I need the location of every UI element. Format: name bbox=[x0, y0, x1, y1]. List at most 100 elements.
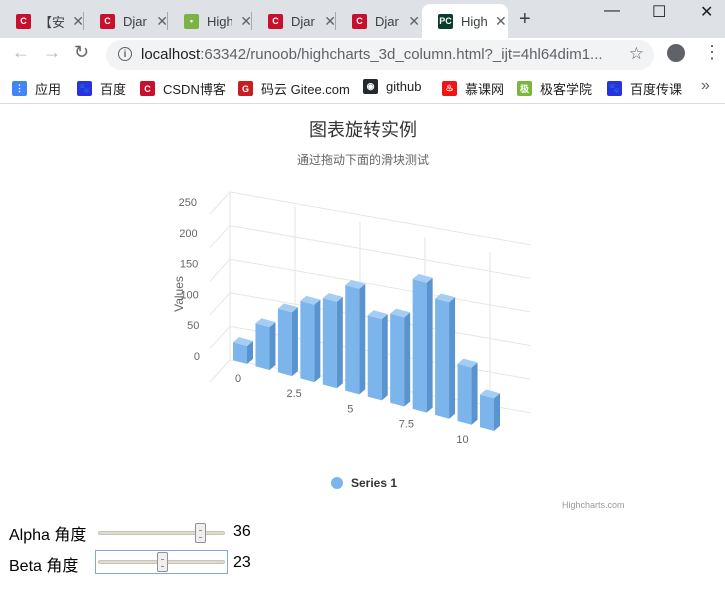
bookmark-item[interactable]: ♨ 慕课网 bbox=[442, 79, 504, 98]
chart-subtitle: 通过拖动下面的滑块测试 bbox=[297, 152, 429, 167]
grid-line-side bbox=[209, 191, 231, 215]
browser-tab[interactable]: C Djar ✕ bbox=[84, 6, 168, 36]
column-side-face[interactable] bbox=[426, 277, 433, 413]
tab-title: Djar bbox=[375, 13, 399, 29]
url-host: localhost bbox=[141, 46, 201, 63]
column-front-face[interactable] bbox=[457, 363, 472, 425]
column-front-face[interactable] bbox=[480, 394, 494, 431]
column-front-face[interactable] bbox=[255, 323, 270, 370]
bookmark-item[interactable]: ⋮ 应用 bbox=[12, 79, 61, 98]
beta-angle-value: 23 bbox=[233, 554, 251, 571]
column-bar[interactable] bbox=[233, 337, 253, 364]
grid-line-side bbox=[209, 359, 231, 383]
browser-tab[interactable]: C Djar ✕ bbox=[252, 6, 336, 36]
column-bar[interactable] bbox=[412, 273, 433, 413]
imooc-flame-icon: ♨ bbox=[442, 81, 457, 96]
browser-tab[interactable]: C Djar ✕ bbox=[336, 6, 420, 36]
tab-close-icon[interactable]: ✕ bbox=[408, 13, 420, 30]
column-bar[interactable] bbox=[345, 279, 366, 395]
browser-tab[interactable]: • High ✕ bbox=[168, 6, 252, 36]
browser-tab[interactable]: PC High ✕ bbox=[422, 4, 508, 38]
y-axis-label: Values bbox=[172, 276, 186, 312]
chart-title: 图表旋转实例 bbox=[309, 120, 417, 140]
account-avatar-icon[interactable] bbox=[667, 44, 685, 62]
bookmarks-bar: ⋮ 应用 🐾 百度 C CSDN博客 G 码云 Gitee.com ◉ github ♨ 慕课网极极客… bbox=[0, 72, 725, 104]
column-side-face[interactable] bbox=[404, 312, 411, 407]
column-side-face[interactable] bbox=[269, 322, 276, 370]
alpha-slider-thumb[interactable] bbox=[195, 523, 207, 543]
bookmark-item[interactable]: 🐾 百度传课 bbox=[607, 79, 682, 98]
bookmark-item[interactable]: G 码云 Gitee.com bbox=[238, 79, 350, 98]
column-series[interactable] bbox=[233, 273, 500, 431]
bookmark-item[interactable]: 🐾 百度 bbox=[77, 79, 126, 98]
column-front-face[interactable] bbox=[367, 315, 382, 401]
bookmark-label: 码云 Gitee.com bbox=[261, 82, 350, 97]
url-text[interactable]: localhost:63342/runoob/highcharts_3d_col… bbox=[141, 46, 603, 63]
legend-symbol[interactable] bbox=[331, 477, 343, 489]
github-icon: ◉ bbox=[363, 79, 378, 94]
alpha-angle-value: 36 bbox=[233, 523, 251, 540]
close-window-icon[interactable]: ✕ bbox=[700, 2, 713, 22]
site-info-icon[interactable]: i bbox=[118, 47, 132, 61]
column-front-face[interactable] bbox=[412, 278, 427, 413]
column-front-face[interactable] bbox=[300, 300, 315, 383]
column-bar[interactable] bbox=[277, 303, 298, 377]
column-side-face[interactable] bbox=[291, 307, 298, 377]
beta-slider-thumb[interactable] bbox=[156, 552, 168, 572]
bookmark-label: 极客学院 bbox=[540, 82, 593, 97]
column-bar[interactable] bbox=[300, 295, 321, 383]
address-bar[interactable]: i localhost:63342/runoob/highcharts_3d_c… bbox=[106, 40, 654, 70]
alpha-angle-slider[interactable] bbox=[97, 523, 226, 543]
browser-tab[interactable]: C 【安 ✕ bbox=[0, 6, 84, 36]
bookmark-label: 百度 bbox=[100, 82, 127, 97]
bookmark-item[interactable]: 极极客学院 bbox=[517, 79, 592, 98]
column-bar[interactable] bbox=[367, 310, 388, 401]
column-front-face[interactable] bbox=[345, 284, 360, 395]
forward-icon[interactable]: → bbox=[43, 42, 61, 63]
highcharts-credits-link[interactable]: Highcharts.com bbox=[562, 500, 625, 510]
tab-close-icon[interactable]: ✕ bbox=[495, 13, 507, 30]
grid-line-horizontal bbox=[229, 258, 531, 313]
url-path: :63342/runoob/highcharts_3d_column.html?… bbox=[200, 46, 603, 63]
column-front-face[interactable] bbox=[233, 342, 247, 364]
column-side-face[interactable] bbox=[449, 297, 456, 419]
page-content: 图表旋转实例 通过拖动下面的滑块测试 0 50 100 150 200 250 0 2.5 5… bbox=[0, 104, 725, 594]
column-bar[interactable] bbox=[457, 358, 478, 425]
column-bar[interactable] bbox=[255, 318, 276, 370]
column-bar[interactable] bbox=[435, 293, 456, 419]
column-front-face[interactable] bbox=[435, 298, 450, 419]
legend-item-series-1[interactable]: Series 1 bbox=[351, 476, 397, 490]
column-side-face[interactable] bbox=[359, 283, 366, 395]
beta-angle-slider[interactable] bbox=[95, 550, 228, 574]
navigation-bar: ← → ↻ i localhost:63342/runoob/highchart… bbox=[0, 38, 725, 72]
column-bar[interactable] bbox=[322, 293, 343, 389]
more-menu-icon[interactable]: ⋮ bbox=[703, 42, 721, 63]
reload-icon[interactable]: ↻ bbox=[74, 42, 89, 63]
baidu-paw-icon: 🐾 bbox=[607, 81, 622, 96]
maximize-icon[interactable]: ☐ bbox=[652, 2, 666, 22]
column-bar[interactable] bbox=[390, 308, 411, 407]
x-tick-label: 2.5 bbox=[286, 388, 301, 400]
legend[interactable]: Series 1 bbox=[331, 476, 397, 490]
back-icon[interactable]: ← bbox=[12, 42, 30, 63]
bookmark-item[interactable]: ◉ github bbox=[363, 79, 421, 94]
tab-title: High bbox=[207, 13, 233, 29]
column-side-face[interactable] bbox=[471, 362, 478, 425]
highcharts-3d-column-chart[interactable]: 图表旋转实例 通过拖动下面的滑块测试 050100150200250 02.55… bbox=[0, 104, 725, 514]
column-side-face[interactable] bbox=[494, 393, 500, 431]
minimize-icon[interactable]: — bbox=[604, 2, 620, 20]
column-bar[interactable] bbox=[480, 389, 500, 431]
tab-title: 【安 bbox=[39, 14, 65, 30]
tab-title: Djar bbox=[291, 13, 315, 29]
column-front-face[interactable] bbox=[277, 308, 292, 377]
bookmark-item[interactable]: C CSDN博客 bbox=[140, 79, 226, 98]
column-front-face[interactable] bbox=[322, 298, 337, 389]
more-bookmarks-icon[interactable]: » bbox=[701, 77, 710, 95]
column-side-face[interactable] bbox=[314, 299, 321, 383]
column-front-face[interactable] bbox=[390, 313, 405, 407]
column-side-face[interactable] bbox=[336, 296, 343, 389]
column-side-face[interactable] bbox=[381, 314, 388, 401]
bookmark-star-icon[interactable]: ☆ bbox=[629, 44, 644, 64]
new-tab-button[interactable]: + bbox=[519, 8, 531, 31]
y-tick-label: 0 bbox=[194, 351, 200, 363]
